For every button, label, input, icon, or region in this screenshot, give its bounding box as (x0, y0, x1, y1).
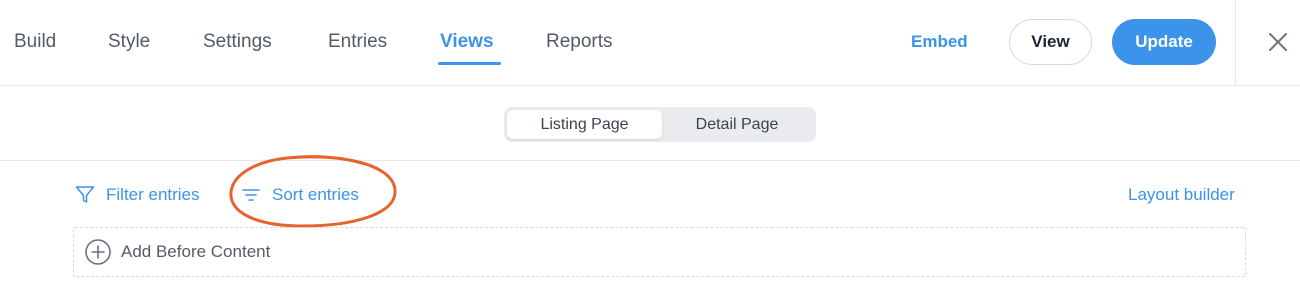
header-divider (1235, 0, 1236, 86)
filter-icon (75, 186, 95, 203)
active-tab-indicator (438, 62, 501, 65)
view-switch-bar: Listing Page Detail Page (0, 86, 1300, 161)
sort-entries-link[interactable]: Sort entries (241, 184, 359, 206)
tab-style[interactable]: Style (108, 30, 150, 54)
plus-circle-icon (85, 239, 111, 265)
sort-icon (242, 189, 260, 201)
update-button[interactable]: Update (1112, 19, 1216, 65)
add-before-content-label: Add Before Content (121, 242, 271, 261)
tab-settings[interactable]: Settings (203, 30, 272, 54)
segment-listing-page[interactable]: Listing Page (507, 110, 662, 139)
add-before-content[interactable]: Add Before Content (73, 227, 1246, 277)
tab-entries[interactable]: Entries (328, 30, 387, 54)
close-button[interactable] (1262, 26, 1294, 58)
tab-reports[interactable]: Reports (546, 30, 613, 54)
segment-detail-page[interactable]: Detail Page (662, 110, 812, 139)
filter-entries-link[interactable]: Filter entries (75, 184, 200, 206)
top-navigation-bar: Build Style Settings Entries Views Repor… (0, 0, 1300, 86)
tab-build[interactable]: Build (14, 30, 56, 54)
sort-entries-label: Sort entries (272, 185, 359, 204)
view-segmented-control: Listing Page Detail Page (504, 107, 816, 142)
close-icon (1269, 33, 1287, 51)
filter-entries-label: Filter entries (106, 185, 200, 204)
embed-link[interactable]: Embed (911, 31, 968, 53)
view-button[interactable]: View (1009, 19, 1092, 65)
layout-builder-link[interactable]: Layout builder (1128, 184, 1235, 206)
tab-views[interactable]: Views (440, 30, 494, 54)
